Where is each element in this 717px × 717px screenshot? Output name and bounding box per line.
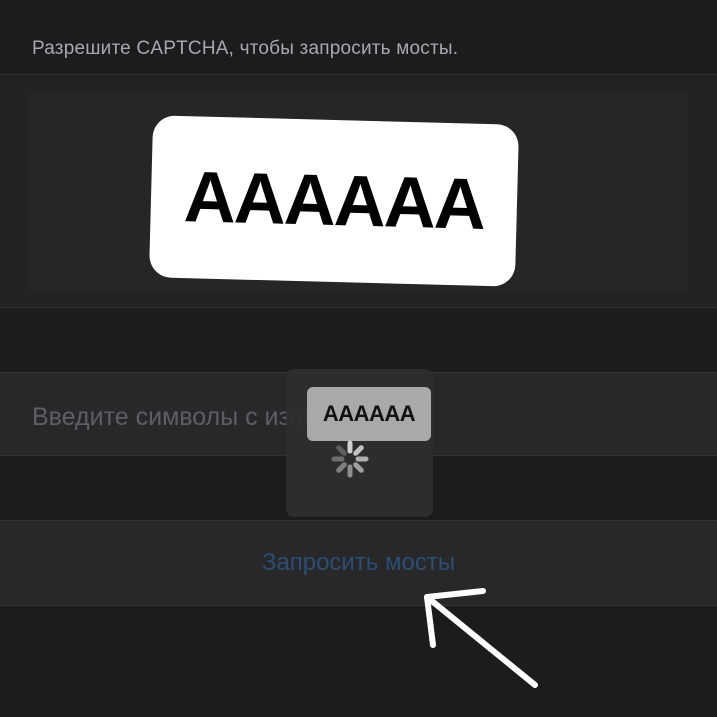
text-replacement-popup: AAAAAA <box>286 369 433 517</box>
request-bridges-button[interactable]: Запросить мосты <box>0 521 717 605</box>
captcha-instruction: Разрешите CAPTCHA, чтобы запросить мосты… <box>32 38 459 59</box>
popup-suggestion[interactable]: AAAAAA <box>307 387 431 441</box>
captcha-text: AAAAAA <box>183 157 485 245</box>
loading-spinner-icon <box>331 440 369 478</box>
request-bridges-row[interactable]: Запросить мосты <box>0 520 717 606</box>
pointer-arrow-icon <box>424 588 538 688</box>
captcha-image: AAAAAA <box>148 115 520 287</box>
